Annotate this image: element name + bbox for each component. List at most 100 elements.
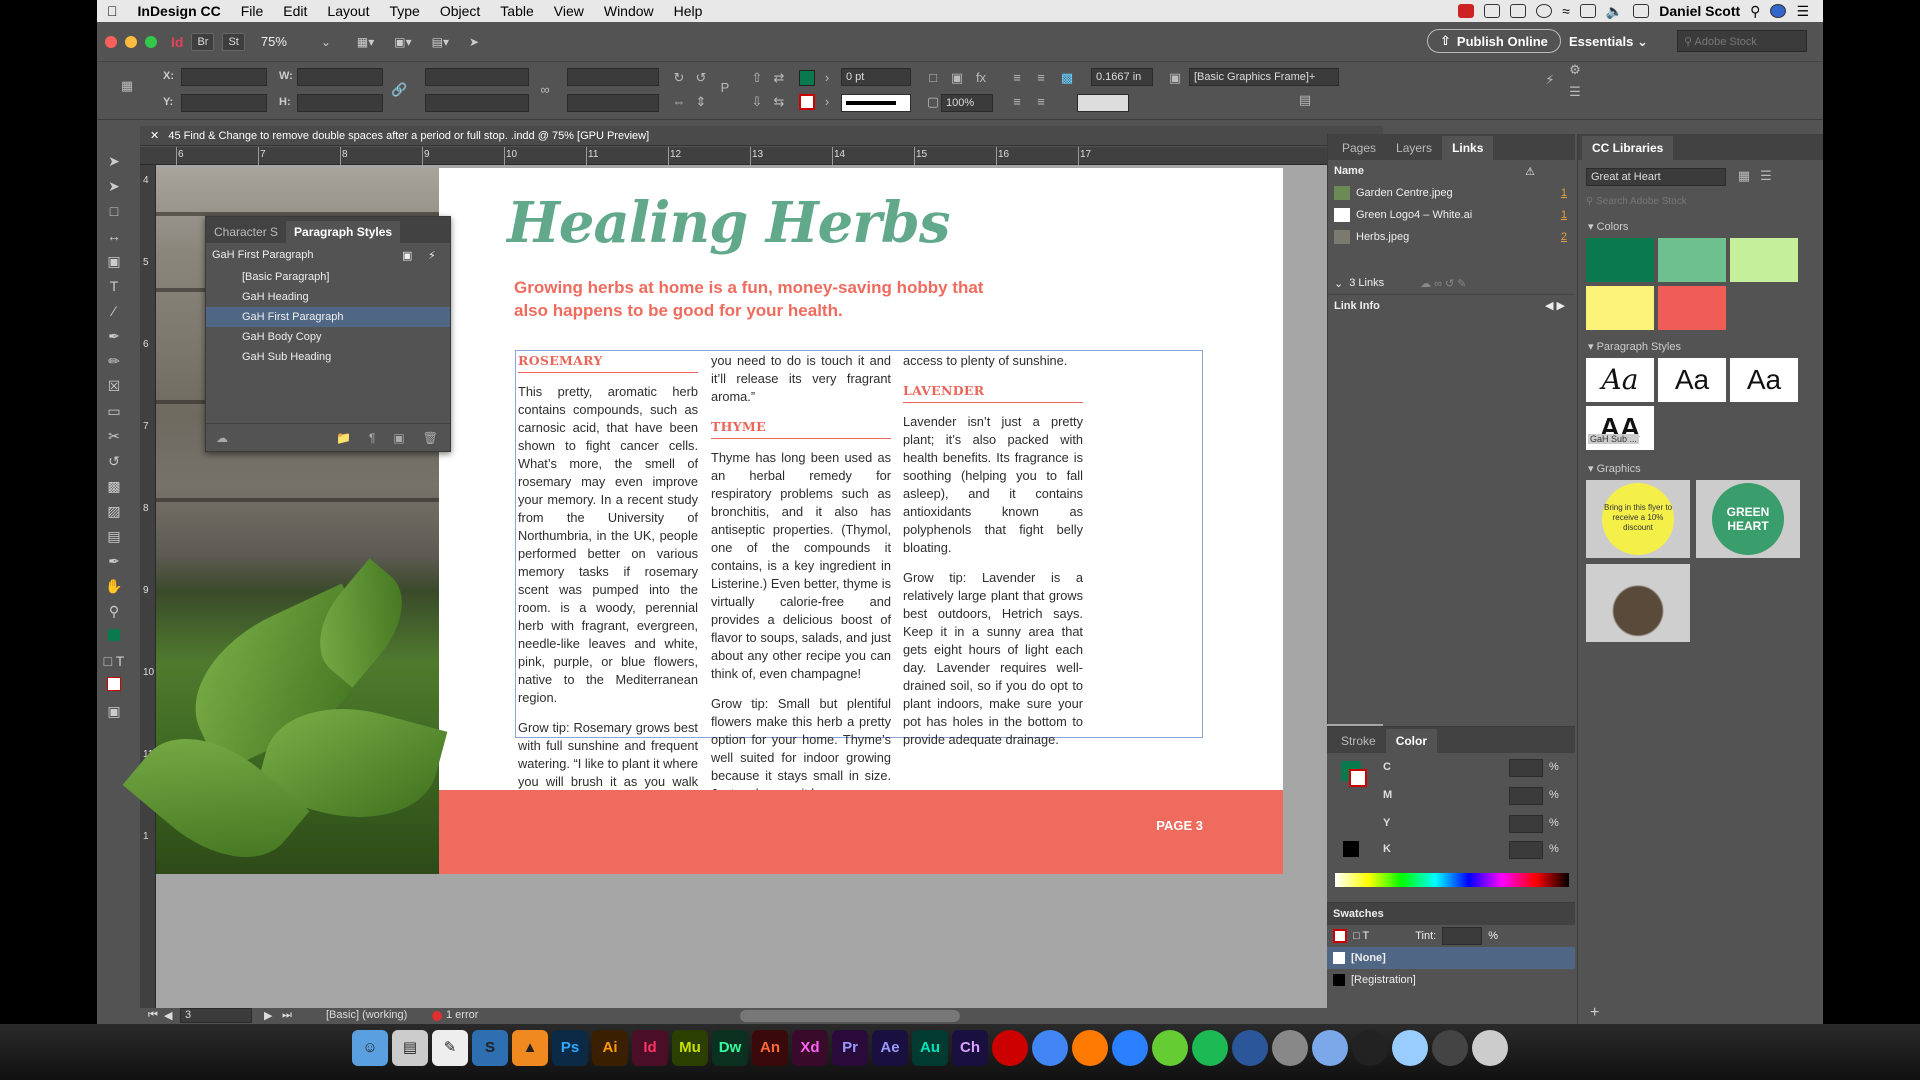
object-style-select[interactable]: [Basic Graphics Frame]+: [1189, 68, 1339, 86]
rectangle-frame-tool-icon[interactable]: ☒: [101, 374, 127, 398]
align-left-icon[interactable]: ≡: [1009, 70, 1025, 86]
tab-character-styles[interactable]: Character S: [206, 221, 286, 243]
tab-links[interactable]: Links: [1442, 136, 1494, 160]
style-gah-sub-heading[interactable]: GaH Sub Heading: [206, 347, 450, 367]
dock-app-icon[interactable]: S: [472, 1030, 508, 1066]
rotation-field[interactable]: [567, 68, 659, 86]
pen-tool-icon[interactable]: ✒: [101, 324, 127, 348]
library-color-swatch[interactable]: [1586, 238, 1654, 282]
dock-pr-icon[interactable]: Pr: [832, 1030, 868, 1066]
close-tab-icon[interactable]: ✕: [150, 130, 159, 142]
y-field[interactable]: [181, 94, 267, 112]
library-style-heading[interactable]: Aa: [1586, 358, 1654, 402]
dock-app-icon[interactable]: [1072, 1030, 1108, 1066]
colors-section-header[interactable]: ▾ Colors: [1578, 214, 1638, 239]
shear-field[interactable]: [567, 94, 659, 112]
stock-button[interactable]: St: [222, 32, 245, 51]
text-wrap-icon[interactable]: □: [925, 70, 941, 86]
clear-overrides-icon[interactable]: ¶: [369, 431, 375, 445]
dock-app-icon[interactable]: [1392, 1030, 1428, 1066]
grid-view-icon[interactable]: ▦: [1736, 168, 1752, 184]
note-tool-icon[interactable]: ▤: [101, 524, 127, 548]
links-name-column[interactable]: Name: [1334, 165, 1364, 177]
dock-app-icon[interactable]: [1032, 1030, 1068, 1066]
library-select[interactable]: Great at Heart: [1586, 168, 1726, 186]
dock-ps-icon[interactable]: Ps: [552, 1030, 588, 1066]
tab-layers[interactable]: Layers: [1386, 136, 1442, 160]
gradient-feather-tool-icon[interactable]: ▨: [101, 499, 127, 523]
display-icon[interactable]: [1510, 4, 1527, 18]
library-search[interactable]: ⚲ Search Adobe Stock: [1586, 196, 1814, 207]
document-tab[interactable]: ✕ 45 Find & Change to remove double spac…: [140, 126, 1383, 146]
effects-icon[interactable]: fx: [973, 70, 989, 86]
adobe-stock-search[interactable]: ⚲ Adobe Stock: [1677, 30, 1807, 52]
page-subtitle[interactable]: Growing herbs at home is a fun, money-sa…: [514, 276, 984, 322]
gradient-tool-icon[interactable]: ▩: [101, 474, 127, 498]
dock-xd-icon[interactable]: Xd: [792, 1030, 828, 1066]
view-options-icon[interactable]: ▦▾: [357, 35, 374, 49]
menu-help[interactable]: Help: [664, 3, 713, 19]
dock-an-icon[interactable]: An: [752, 1030, 788, 1066]
preflight-error-count[interactable]: 1 error: [446, 1009, 478, 1021]
arrange-documents-icon[interactable]: ▤▾: [432, 35, 449, 49]
stroke-swatch[interactable]: [799, 94, 815, 110]
graphic-discount-badge[interactable]: Bring in this flyer to receive a 10% dis…: [1586, 480, 1690, 558]
publish-online-button[interactable]: ⇧ Publish Online: [1427, 29, 1561, 53]
page-footer[interactable]: PAGE 3: [439, 790, 1283, 874]
tab-pages[interactable]: Pages: [1332, 136, 1386, 160]
library-color-swatch[interactable]: [1658, 286, 1726, 330]
spotlight-icon[interactable]: ⚲: [1750, 3, 1760, 20]
link-page-number[interactable]: 2: [1561, 231, 1567, 243]
black-chip[interactable]: [1343, 841, 1359, 857]
opacity-field[interactable]: 100%: [941, 94, 993, 112]
add-to-library-icon[interactable]: +: [1590, 1004, 1599, 1022]
rotate-ccw-icon[interactable]: ↺: [693, 70, 709, 86]
link-row[interactable]: Herbs.jpeg 2: [1328, 226, 1575, 248]
dock-app-icon[interactable]: ▤: [392, 1030, 428, 1066]
h-field[interactable]: [297, 94, 383, 112]
dock-app-icon[interactable]: [1472, 1030, 1508, 1066]
link-page-number[interactable]: 1: [1561, 209, 1567, 221]
library-color-swatch[interactable]: [1586, 286, 1654, 330]
tab-paragraph-styles[interactable]: Paragraph Styles: [286, 221, 401, 243]
menu-edit[interactable]: Edit: [273, 3, 317, 19]
drop-shadow-icon[interactable]: ▣: [949, 70, 965, 86]
menu-type[interactable]: Type: [379, 3, 429, 19]
tint-field[interactable]: [1442, 927, 1483, 945]
style-gah-body-copy[interactable]: GaH Body Copy: [206, 327, 450, 347]
bridge-button[interactable]: Br: [191, 32, 215, 51]
magenta-field[interactable]: [1509, 787, 1543, 805]
apply-none-icon[interactable]: [101, 674, 127, 698]
dock-app-icon[interactable]: [1112, 1030, 1148, 1066]
align-center-icon[interactable]: ≡: [1033, 70, 1049, 86]
preflight-profile[interactable]: [Basic] (working): [326, 1009, 407, 1021]
rotate-cw-icon[interactable]: ↻: [671, 70, 687, 86]
black-field[interactable]: [1509, 841, 1543, 859]
user-name[interactable]: Daniel Scott: [1659, 3, 1740, 19]
style-gah-heading[interactable]: GaH Heading: [206, 287, 450, 307]
dock-app-icon[interactable]: [1192, 1030, 1228, 1066]
menu-view[interactable]: View: [544, 3, 594, 19]
w-field[interactable]: [297, 68, 383, 86]
eyedropper-tool-icon[interactable]: ✒: [101, 549, 127, 573]
menu-layout[interactable]: Layout: [317, 3, 379, 19]
library-color-swatch[interactable]: [1658, 238, 1726, 282]
dock-ae-icon[interactable]: Ae: [872, 1030, 908, 1066]
panel-menu-icon[interactable]: ☰: [1567, 84, 1583, 100]
stroke-weight-field[interactable]: 0 pt: [841, 68, 911, 86]
dock-mu-icon[interactable]: Mu: [672, 1030, 708, 1066]
zoom-dropdown-icon[interactable]: ⌄: [321, 35, 331, 49]
airplay-icon[interactable]: [1579, 4, 1596, 18]
previous-page-icon[interactable]: ◀: [164, 1009, 172, 1022]
fit-frame-icon[interactable]: ▩: [1059, 70, 1075, 86]
dock-ch-icon[interactable]: Ch: [952, 1030, 988, 1066]
battery-icon[interactable]: [1633, 4, 1650, 18]
select-content-icon[interactable]: ⇩: [749, 94, 765, 110]
tab-stroke[interactable]: Stroke: [1331, 729, 1386, 753]
free-transform-tool-icon[interactable]: ↺: [101, 449, 127, 473]
dock-app-icon[interactable]: [992, 1030, 1028, 1066]
paragraph-styles-section-header[interactable]: ▾ Paragraph Styles: [1578, 334, 1691, 359]
creative-cloud-icon[interactable]: [1484, 4, 1501, 18]
swatches-title[interactable]: Swatches: [1333, 908, 1384, 920]
dock-app-icon[interactable]: ☺: [352, 1030, 388, 1066]
